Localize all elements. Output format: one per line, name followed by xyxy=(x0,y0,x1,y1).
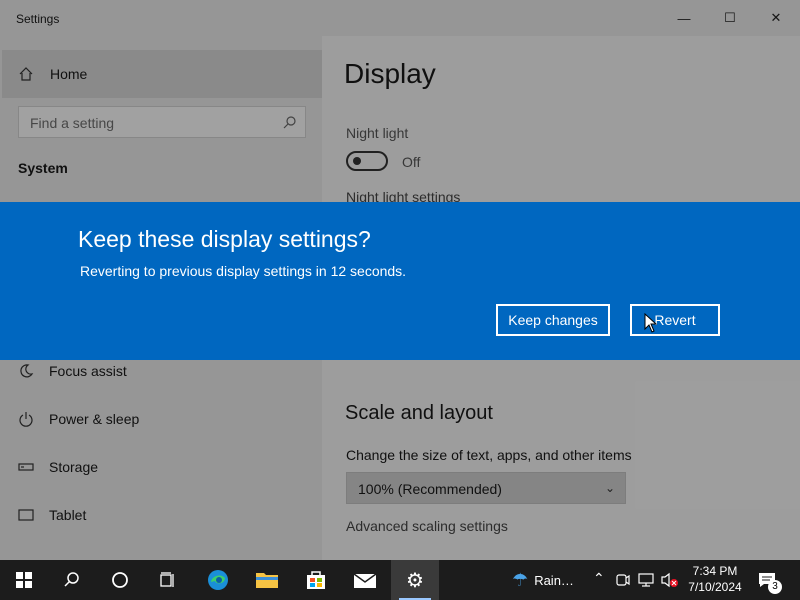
settings-icon: ⚙ xyxy=(406,569,424,592)
keep-changes-button[interactable]: Keep changes xyxy=(496,304,610,336)
taskbar: ⚙ ☂ Rain… ⌃ 7:34 PM 7/10/2024 3 xyxy=(0,560,800,600)
umbrella-icon: ☂ xyxy=(512,569,529,590)
file-explorer-button[interactable] xyxy=(243,560,291,600)
taskbar-search-button[interactable] xyxy=(48,560,96,600)
settings-taskbar-button[interactable]: ⚙ xyxy=(391,560,439,600)
weather-text: Rain… xyxy=(534,572,574,588)
edge-button[interactable] xyxy=(194,560,242,600)
meet-now-icon[interactable] xyxy=(616,572,630,588)
clock-date: 7/10/2024 xyxy=(688,580,742,594)
chevron-up-icon[interactable]: ⌃ xyxy=(593,570,605,587)
mouse-cursor-icon xyxy=(644,313,658,333)
file-explorer-icon xyxy=(256,573,278,588)
clock[interactable]: 7:34 PM 7/10/2024 xyxy=(686,564,744,594)
start-button[interactable] xyxy=(0,560,48,600)
cortana-button[interactable] xyxy=(96,560,144,600)
search-icon xyxy=(64,572,79,587)
task-view-icon xyxy=(160,572,174,587)
store-button[interactable] xyxy=(292,560,340,600)
weather-widget[interactable]: ☂ Rain… xyxy=(505,560,581,600)
dialog-title: Keep these display settings? xyxy=(78,226,371,252)
keep-display-settings-dialog: Keep these display settings? Reverting t… xyxy=(0,202,800,360)
clock-time: 7:34 PM xyxy=(692,564,738,578)
start-icon xyxy=(16,572,32,588)
mail-icon xyxy=(353,573,377,588)
cortana-icon xyxy=(112,572,128,588)
mail-button[interactable] xyxy=(341,560,389,600)
dialog-message: Reverting to previous display settings i… xyxy=(80,263,407,279)
network-icon[interactable] xyxy=(638,572,654,588)
task-view-button[interactable] xyxy=(144,560,192,600)
notification-badge: 3 xyxy=(768,580,782,594)
edge-icon xyxy=(208,570,228,590)
store-icon xyxy=(307,571,325,589)
action-center-button[interactable]: 3 xyxy=(752,568,788,594)
volume-muted-icon[interactable] xyxy=(661,572,679,588)
